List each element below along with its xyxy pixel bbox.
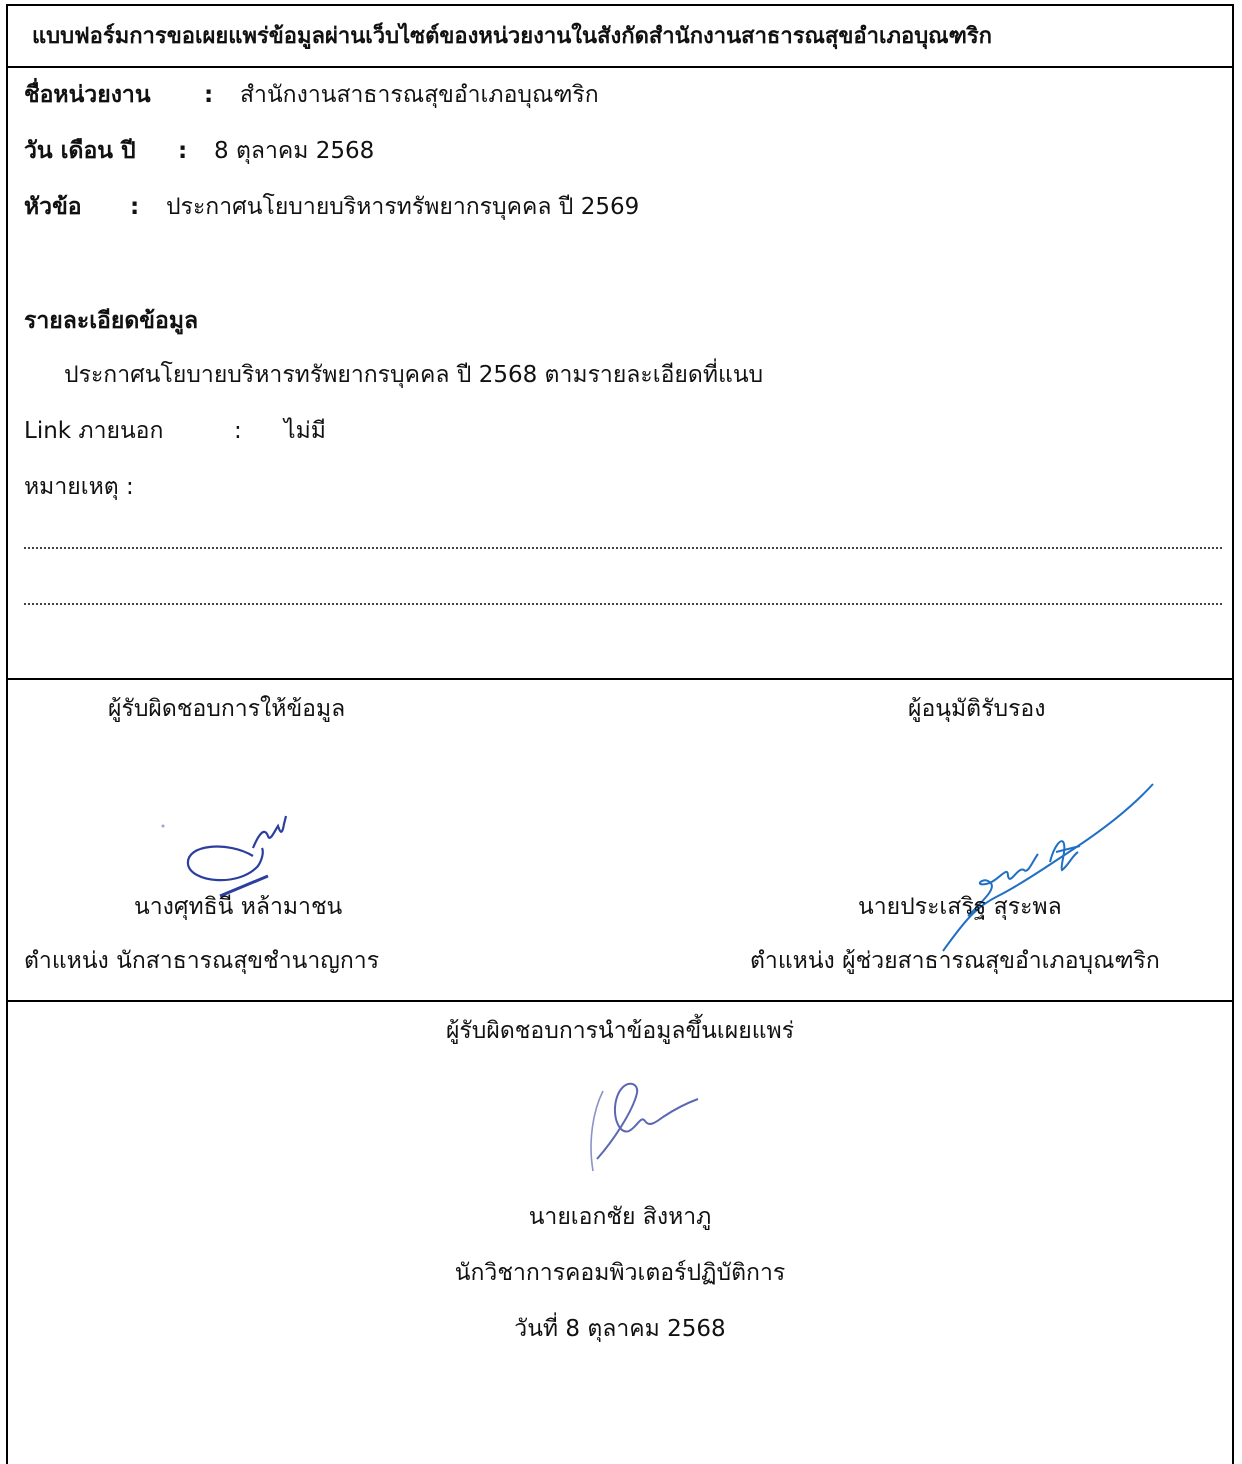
remark-dotted-line [24,547,1222,549]
publication-request-form: แบบฟอร์มการขอเผยแพร่ข้อมูลผ่านเว็บไซต์ขอ… [6,4,1234,1464]
date-label: วัน เดือน ปี [24,138,136,164]
divider [8,678,1232,680]
details-text: ประกาศนโยบายบริหารทรัพยากรบุคคล ปี 2568 … [64,362,764,388]
external-link-value: ไม่มี [284,418,326,444]
approver-position: ตำแหน่ง ผู้ช่วยสาธารณสุขอำเภอบุณฑริก [750,948,1160,974]
provider-role: ผู้รับผิดชอบการให้ข้อมูล [108,696,346,722]
topic-value: ประกาศนโยบายบริหารทรัพยากรบุคคล ปี 2569 [166,194,640,220]
divider [8,66,1232,68]
publisher-name: นายเอกชัย สิงหาภู [528,1204,712,1230]
approver-role: ผู้อนุมัติรับรอง [908,696,1046,722]
approver-name: นายประเสริฐ สุระพล [858,894,1062,920]
divider [8,1000,1232,1002]
agency-label: ชื่อหน่วยงาน [24,82,151,108]
agency-colon: : [204,82,214,108]
agency-value: สำนักงานสาธารณสุขอำเภอบุณฑริก [240,82,599,108]
topic-label: หัวข้อ [24,194,82,220]
external-link-colon: : [234,418,242,444]
external-link-label: Link ภายนอก [24,418,164,444]
remark-dotted-line [24,603,1222,605]
publisher-signature [590,1082,699,1172]
date-value: 8 ตุลาคม 2568 [214,138,375,164]
remark-label: หมายเหตุ : [24,474,134,500]
details-heading: รายละเอียดข้อมูล [24,308,199,334]
date-colon: : [178,138,188,164]
publisher-position: นักวิชาการคอมพิวเตอร์ปฏิบัติการ [454,1260,786,1286]
provider-name: นางศุทธินี หล้ามาชน [134,894,343,920]
provider-signature [161,815,288,898]
provider-position: ตำแหน่ง นักสาธารณสุขชำนาญการ [24,948,380,974]
topic-colon: : [130,194,140,220]
publisher-role: ผู้รับผิดชอบการนำข้อมูลขึ้นเผยแพร่ [445,1018,795,1044]
publisher-date: วันที่ 8 ตุลาคม 2568 [514,1316,726,1342]
approver-signature [942,783,1154,952]
form-title: แบบฟอร์มการขอเผยแพร่ข้อมูลผ่านเว็บไซต์ขอ… [32,24,992,49]
